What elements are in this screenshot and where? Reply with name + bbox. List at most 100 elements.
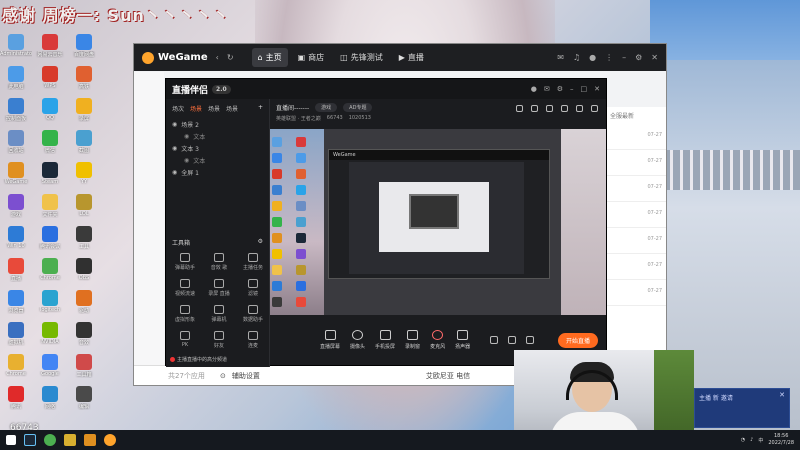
desktop-icon[interactable]: 网易云音乐 xyxy=(34,34,66,64)
desktop-icon[interactable]: 截图 xyxy=(68,130,100,160)
lock-icon[interactable] xyxy=(531,105,538,112)
desktop-icon[interactable]: WPS xyxy=(34,66,66,96)
desktop-icon[interactable]: 编辑 xyxy=(68,386,100,416)
desktop-icon[interactable]: 游戏 xyxy=(0,194,32,224)
tool-item[interactable]: 音效 歌 xyxy=(202,253,236,271)
desktop-icon[interactable]: Win 10 xyxy=(0,226,32,256)
nav-store[interactable]: ▣ 商店 xyxy=(292,48,331,67)
scene-item[interactable]: ◉ 文本 xyxy=(166,130,269,142)
chrome-icon[interactable] xyxy=(44,434,56,446)
input-icon[interactable]: 中 xyxy=(758,437,763,444)
share-icon[interactable] xyxy=(591,105,598,112)
gear-icon[interactable] xyxy=(526,336,535,344)
record-window-button[interactable]: 录制窗 xyxy=(405,330,420,350)
camera-button[interactable]: 摄像头 xyxy=(350,330,365,350)
visibility-eye-icon[interactable]: ◉ xyxy=(184,133,189,140)
visibility-eye-icon[interactable]: ◉ xyxy=(184,157,189,164)
desktop-icon[interactable]: 音效 xyxy=(68,322,100,352)
mail-icon[interactable]: ✉ xyxy=(544,85,550,93)
stream-app-icon[interactable] xyxy=(84,434,96,446)
screen-capture-button[interactable]: 直播屏幕 xyxy=(320,330,340,350)
bell-icon[interactable]: ♫ xyxy=(573,53,580,62)
desktop-icon[interactable]: 百度网盘 xyxy=(68,34,100,64)
avatar[interactable]: ● xyxy=(589,53,596,62)
desktop-icon[interactable]: 回收站 xyxy=(0,130,32,160)
desktop-icon[interactable]: 录屏 xyxy=(68,98,100,128)
tab-scene-3[interactable]: 场景 xyxy=(226,104,238,113)
tool-item[interactable]: 连麦 xyxy=(236,331,270,349)
wegame-icon[interactable] xyxy=(104,434,116,446)
desktop-icon[interactable]: 虚拟机 xyxy=(0,322,32,352)
desktop-icon[interactable]: YY xyxy=(68,162,100,192)
desktop-icon[interactable]: LOL xyxy=(68,194,100,224)
desktop-icon[interactable]: Chrome xyxy=(0,354,32,384)
settings-icon[interactable]: ⚙ xyxy=(635,53,642,62)
scene-item[interactable]: ◉ 文本 xyxy=(166,154,269,166)
tool-item[interactable]: 弹幕助手 xyxy=(168,253,202,271)
tool-item[interactable]: 录屏 直播 xyxy=(202,279,236,297)
desktop-icon[interactable]: 文件夹 xyxy=(34,194,66,224)
visibility-eye-icon[interactable]: ◉ xyxy=(172,169,177,176)
server-status[interactable]: 艾欧尼亚 电信 xyxy=(426,371,470,381)
tool-item[interactable]: 虚拟形象 xyxy=(168,305,202,323)
tool-item[interactable]: 好友 xyxy=(202,331,236,349)
menu-icon[interactable]: ⋮ xyxy=(605,53,613,62)
network-icon[interactable]: ◔ xyxy=(741,437,745,443)
visibility-eye-icon[interactable]: ◉ xyxy=(172,121,177,128)
microphone-button[interactable]: 麦克风 xyxy=(430,330,445,350)
ad-pill[interactable]: AD专题 xyxy=(343,103,373,112)
assist-icon[interactable]: ⊙ xyxy=(220,372,226,380)
clock[interactable]: 18:56 2022/7/28 xyxy=(768,433,794,447)
tool-item[interactable]: PK xyxy=(168,331,202,349)
scene-item[interactable]: ◉ 全屏 1 xyxy=(166,166,269,178)
scene-item[interactable]: ◉ 场景 2 xyxy=(166,118,269,130)
desktop-icon[interactable]: 工具箱 xyxy=(68,354,100,384)
volume-icon[interactable]: ♪ xyxy=(750,437,753,443)
shop-icon[interactable] xyxy=(516,105,523,112)
tool-item[interactable]: 弹幕机 xyxy=(202,305,236,323)
minimize-icon[interactable]: – xyxy=(570,85,574,93)
desktop-icon[interactable]: 腾讯会议 xyxy=(34,226,66,256)
scene-item[interactable]: ◉ 文本 3 xyxy=(166,142,269,154)
steam-icon[interactable] xyxy=(24,434,36,446)
desktop-icon[interactable]: 高铁 xyxy=(68,66,100,96)
desktop-icon[interactable]: QQ xyxy=(34,98,66,128)
desktop-icon[interactable]: Chrome xyxy=(34,258,66,288)
close-icon[interactable]: ✕ xyxy=(651,53,658,62)
config-icon[interactable] xyxy=(508,336,517,344)
desktop-icon[interactable]: 驱动 xyxy=(68,290,100,320)
avatar[interactable]: ● xyxy=(531,85,537,93)
tab-scene-1[interactable]: 场景 xyxy=(190,104,202,113)
desktop-icon[interactable]: Google xyxy=(34,354,66,384)
close-icon[interactable]: ✕ xyxy=(594,85,600,93)
speaker-button[interactable]: 扬声器 xyxy=(455,330,470,350)
refresh-icon[interactable]: ↻ xyxy=(227,53,234,62)
desktop-icon[interactable]: NVIDIA xyxy=(34,322,66,352)
tool-item[interactable]: 数据助手 xyxy=(236,305,270,323)
desktop-icon[interactable]: Steam xyxy=(34,162,66,192)
toolbox-settings-icon[interactable]: ⚙ xyxy=(258,238,263,247)
desktop-icon[interactable]: 腾讯 xyxy=(0,386,32,416)
close-icon[interactable]: ✕ xyxy=(779,391,785,399)
stream-title[interactable]: 直播间------- xyxy=(276,103,309,112)
desktop-icon[interactable]: logitech xyxy=(34,290,66,320)
category-pill[interactable]: 游戏 xyxy=(315,103,338,112)
desktop-icon[interactable]: 直播 xyxy=(0,258,32,288)
add-scene-icon[interactable]: + xyxy=(258,104,263,113)
desktop-icon[interactable]: OBS xyxy=(68,258,100,288)
video-icon[interactable] xyxy=(490,336,499,344)
desktop-icon[interactable]: 工具 xyxy=(68,226,100,256)
tab-scene-2[interactable]: 场景 xyxy=(208,104,220,113)
tool-item[interactable]: 滤镜 xyxy=(236,279,270,297)
desktop-icon[interactable]: WeGame xyxy=(0,162,32,192)
maximize-icon[interactable]: □ xyxy=(581,85,588,93)
phone-cast-button[interactable]: 手机投屏 xyxy=(375,330,395,350)
back-icon[interactable]: ‹ xyxy=(216,53,219,62)
tool-item[interactable]: 视频流速 xyxy=(168,279,202,297)
record-icon[interactable] xyxy=(546,105,553,112)
desktop-icon[interactable]: Administrator xyxy=(0,34,32,64)
stream-preview[interactable]: WeGame xyxy=(270,129,606,317)
visibility-eye-icon[interactable]: ◉ xyxy=(172,145,177,152)
bell-icon[interactable] xyxy=(561,105,568,112)
settings-icon[interactable]: ⚙ xyxy=(557,85,563,93)
